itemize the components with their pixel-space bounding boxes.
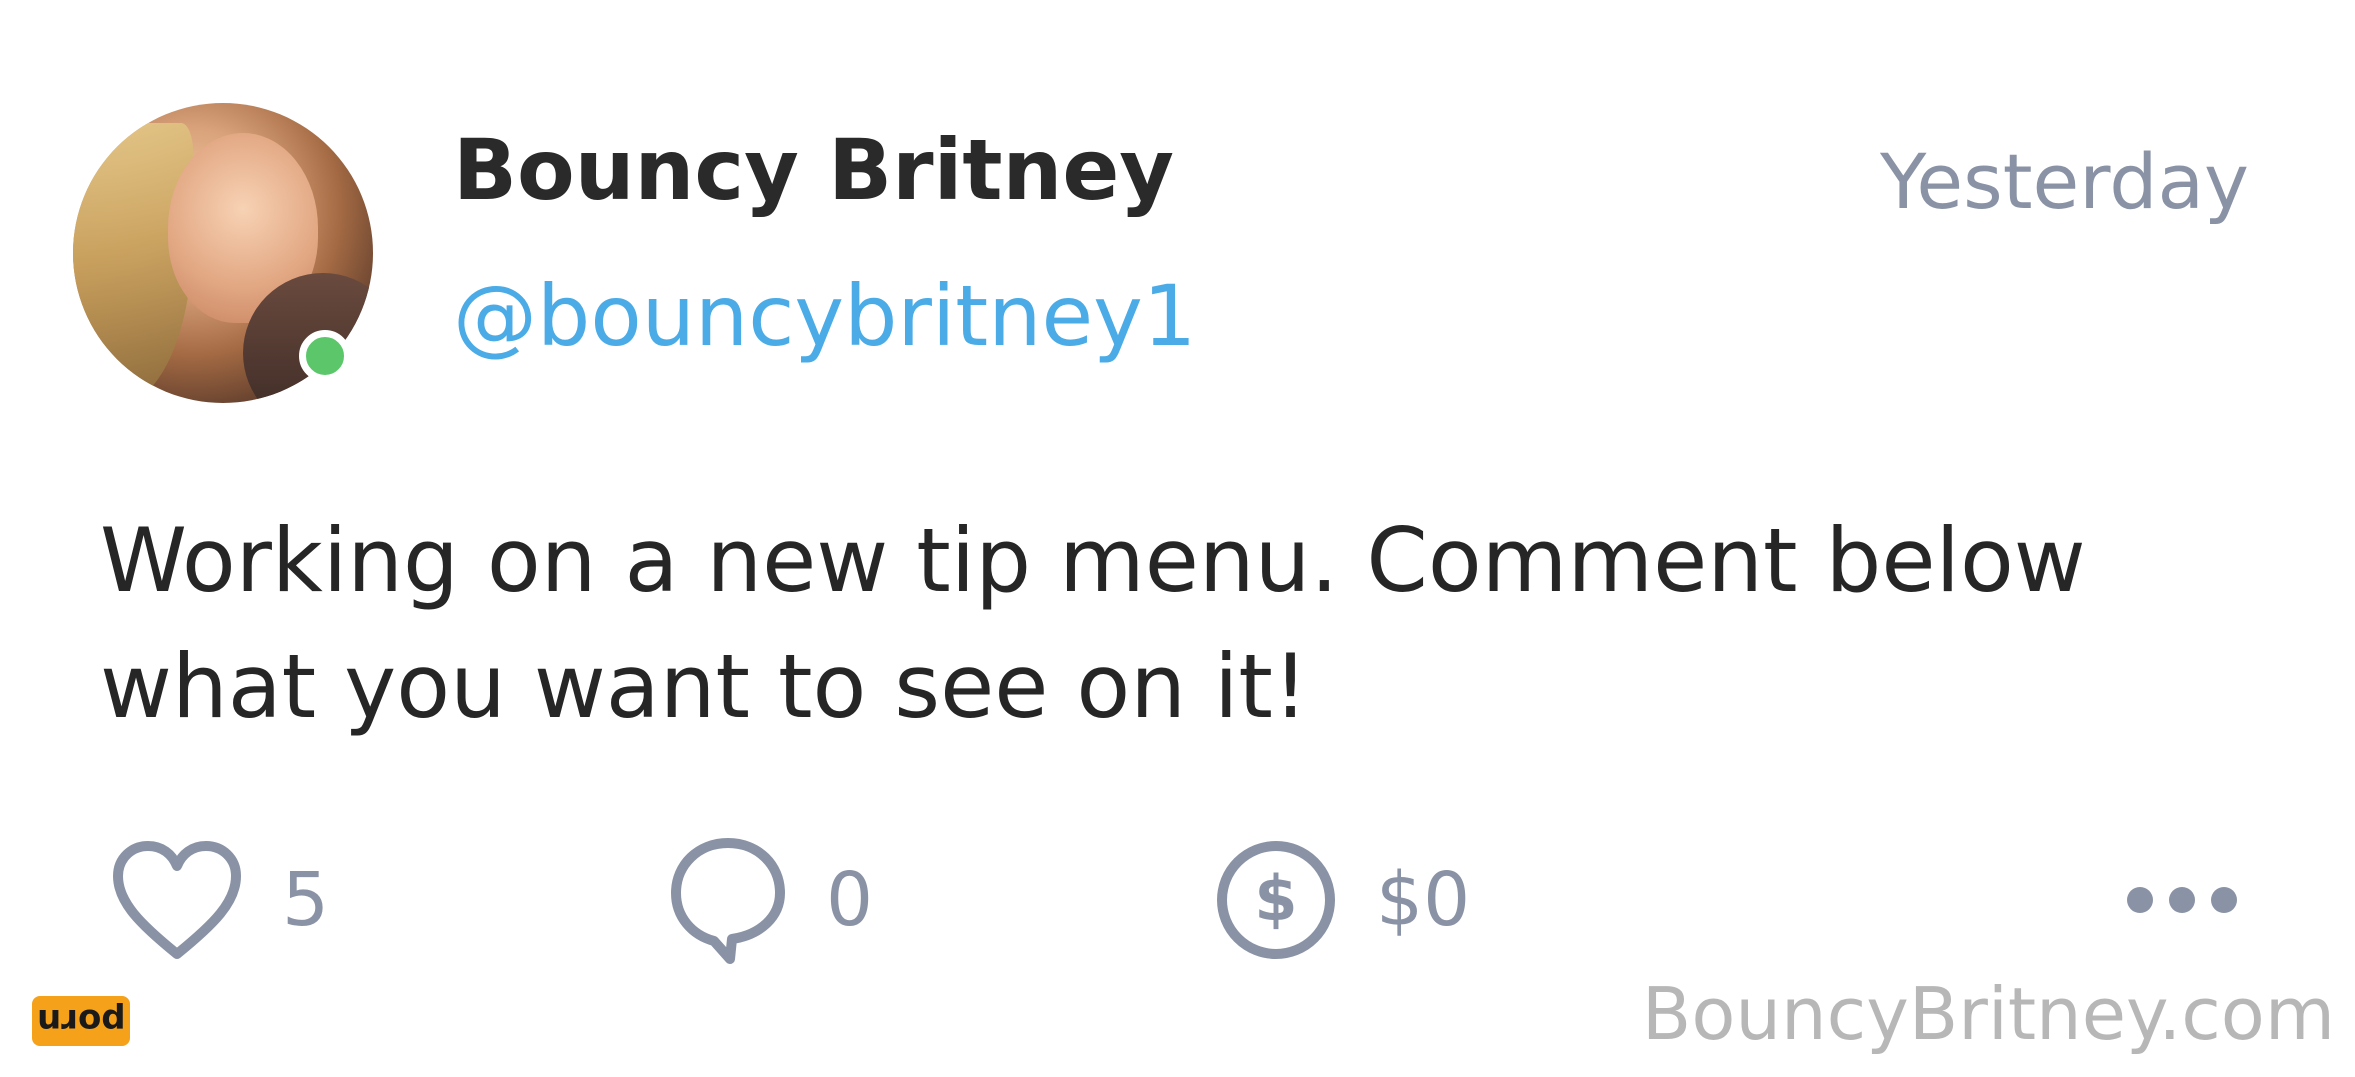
more-dots-icon[interactable]: [2120, 880, 2280, 920]
dollar-circle-icon: $: [1217, 841, 1335, 959]
watermark: BouncyBritney.com: [1641, 972, 2335, 1056]
heart-icon: [113, 841, 241, 959]
like-button[interactable]: 5: [110, 840, 329, 960]
comment-button[interactable]: 0: [668, 838, 874, 964]
tip-amount: $0: [1376, 857, 1471, 943]
comment-count: 0: [826, 857, 874, 943]
like-count: 5: [282, 857, 330, 943]
svg-text:$: $: [1254, 862, 1297, 935]
site-badge: porn: [32, 996, 130, 1046]
author-name[interactable]: Bouncy Britney: [453, 128, 1174, 212]
post-body: Working on a new tip menu. Comment below…: [100, 509, 2086, 738]
online-status-dot: [299, 330, 351, 382]
post-card: Bouncy Britney @bouncybritney1 Yesterday…: [0, 0, 2355, 1077]
tip-button[interactable]: $ $0: [1214, 840, 1470, 960]
site-badge-text: porn: [36, 1001, 126, 1041]
author-handle[interactable]: @bouncybritney1: [453, 274, 1196, 358]
post-timestamp: Yesterday: [1880, 137, 2249, 226]
speech-bubble-icon: [671, 838, 785, 964]
